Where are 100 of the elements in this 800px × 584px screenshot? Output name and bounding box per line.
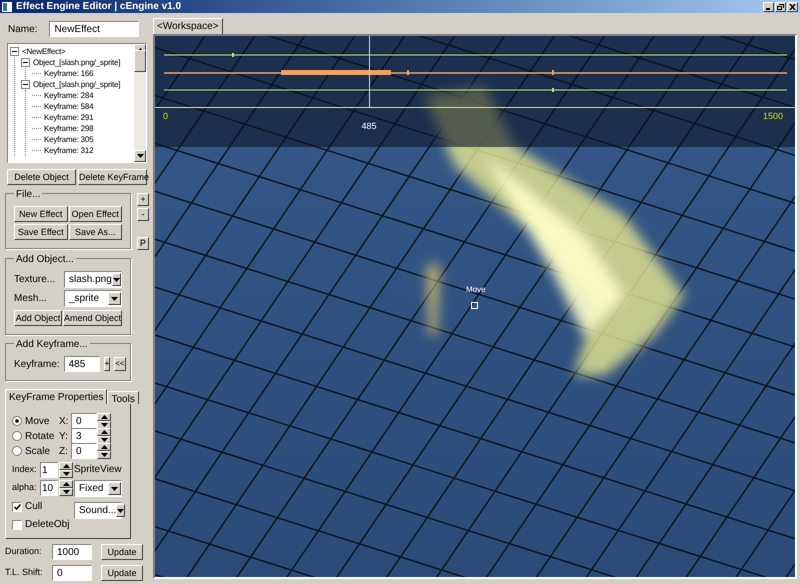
axis-field[interactable]: 0 [71, 413, 97, 429]
axis-field[interactable]: 3 [71, 428, 97, 444]
object-tree[interactable]: <NewEffect> Object_[slash.png/_sprite] Keyframe: 166 Object_[slash.png/_sprite] Keyframe: 284 Keyframe: 584 Keyframe: 291 Keyframe: 298 Keyframe: 305 Keyframe: 312 [7, 43, 147, 163]
number-field[interactable]: 1 [40, 462, 58, 478]
up-arrow-icon [100, 430, 108, 434]
dropdown-arrow-icon [111, 486, 118, 490]
keyframe-field[interactable]: 485 [64, 356, 100, 372]
down-arrow-icon [62, 472, 70, 476]
close-button[interactable] [787, 2, 798, 12]
axis-label: X: [59, 414, 70, 428]
name-field[interactable]: NewEffect [49, 21, 140, 37]
file-button[interactable]: New Effect [14, 206, 68, 222]
update-button[interactable]: Update [101, 544, 143, 560]
tab[interactable]: KeyFrame Properties [5, 389, 108, 404]
app-icon [2, 2, 12, 12]
spin-up-button[interactable] [97, 443, 111, 451]
dropdown[interactable]: Fixed [74, 480, 122, 497]
tree-item[interactable]: Keyframe: 166 [44, 68, 94, 80]
close-icon [789, 4, 796, 10]
restore-button[interactable] [775, 2, 786, 12]
checkbox[interactable] [12, 502, 22, 512]
group-title: Add Object... [14, 252, 76, 267]
checkbox-label: DeleteObj [25, 518, 70, 532]
scrollbar[interactable] [134, 44, 146, 162]
object-button[interactable]: Add Object [14, 310, 62, 326]
number-field[interactable]: 10 [40, 480, 58, 496]
radio-label: Scale [25, 444, 52, 458]
spin-down-button[interactable] [59, 470, 73, 478]
group-title: Add Keyframe... [14, 337, 90, 352]
checkbox-label: Cull [25, 500, 42, 514]
timeline-end-label: 1500 [762, 110, 783, 123]
spin-up-button[interactable] [97, 413, 111, 421]
tree-item[interactable]: Keyframe: 291 [44, 112, 94, 124]
axis-label: Y: [59, 430, 69, 444]
axis-field[interactable]: 0 [71, 443, 97, 459]
down-arrow-icon [100, 423, 108, 427]
number-field[interactable]: 1000 [52, 544, 92, 560]
tree-item[interactable]: Keyframe: 298 [44, 122, 94, 134]
gizmo-label: Move [466, 284, 486, 296]
update-button[interactable]: Update [101, 565, 143, 581]
timeline-cursor[interactable] [369, 36, 370, 107]
check-icon [14, 504, 20, 510]
timeline-panel[interactable]: 0 485 1500 [155, 36, 795, 147]
minimize-button[interactable] [763, 2, 774, 12]
object-button[interactable]: Amend Object [62, 310, 122, 326]
down-arrow-icon [100, 438, 108, 442]
field-label: Mesh... [14, 292, 47, 306]
keyframe-button[interactable]: + [104, 357, 110, 371]
tab[interactable]: Tools [107, 391, 139, 404]
field-label: T.L. Shift: [5, 566, 44, 580]
radio-button[interactable] [12, 416, 22, 426]
spin-down-button[interactable] [59, 488, 73, 496]
spin-down-button[interactable] [97, 451, 111, 459]
dropdown-arrow-icon [117, 508, 124, 512]
up-arrow-icon [62, 482, 70, 486]
collapse-icon[interactable] [10, 47, 19, 56]
side-button[interactable]: - [137, 208, 149, 221]
dropdown[interactable]: _sprite [64, 290, 122, 307]
field-label: Name: [8, 22, 38, 36]
field-label: Index: [12, 463, 38, 476]
tree-item[interactable]: Keyframe: 312 [44, 144, 94, 156]
collapse-icon[interactable] [21, 58, 30, 67]
radio-button[interactable] [12, 431, 22, 441]
tree-item[interactable]: <NewEffect> [22, 46, 66, 58]
up-arrow-icon [100, 445, 108, 449]
tree-item[interactable]: Object_[slash.png/_sprite] [33, 56, 120, 68]
keyframe-button[interactable]: << [114, 357, 126, 371]
field-label: SpriteView [74, 463, 122, 477]
radio-button[interactable] [12, 446, 22, 456]
dropdown[interactable]: slash.png [64, 271, 122, 288]
up-arrow-icon [100, 415, 108, 419]
down-arrow-icon [100, 453, 108, 457]
side-button[interactable]: + [137, 193, 149, 206]
file-button[interactable]: Open Effect [68, 206, 122, 222]
spin-up-button[interactable] [97, 428, 111, 436]
field-label: Texture... [14, 273, 56, 287]
checkbox[interactable] [12, 520, 22, 530]
delete-button[interactable]: Delete Object [7, 169, 76, 185]
tree-item[interactable]: Keyframe: 584 [44, 100, 94, 112]
viewport[interactable]: 0 485 1500 Move [153, 34, 797, 579]
down-arrow-icon [136, 154, 144, 158]
file-button[interactable]: Save Effect [14, 224, 68, 240]
spin-up-button[interactable] [59, 462, 73, 470]
tree-item[interactable]: Keyframe: 305 [44, 134, 94, 146]
collapse-icon[interactable] [21, 80, 30, 89]
file-button[interactable]: Save As... [68, 224, 122, 240]
timeline-start-label: 0 [163, 110, 168, 123]
number-field[interactable]: 0 [52, 565, 92, 581]
scrollbar-thumb[interactable] [134, 50, 146, 72]
dropdown[interactable]: Sound... [74, 502, 122, 519]
tab[interactable]: <Workspace> [153, 18, 223, 34]
spin-up-button[interactable] [59, 480, 73, 488]
tree-item[interactable]: Object_[slash.png/_sprite] [33, 78, 120, 90]
tree-item[interactable]: Keyframe: 284 [44, 90, 94, 102]
radio-label: Rotate [25, 430, 56, 444]
side-button[interactable]: P [137, 237, 149, 250]
cursor-time-label: 485 [362, 120, 377, 133]
up-arrow-icon [62, 464, 70, 468]
gizmo-handle[interactable] [471, 302, 478, 309]
axis-label: Z: [59, 444, 69, 458]
